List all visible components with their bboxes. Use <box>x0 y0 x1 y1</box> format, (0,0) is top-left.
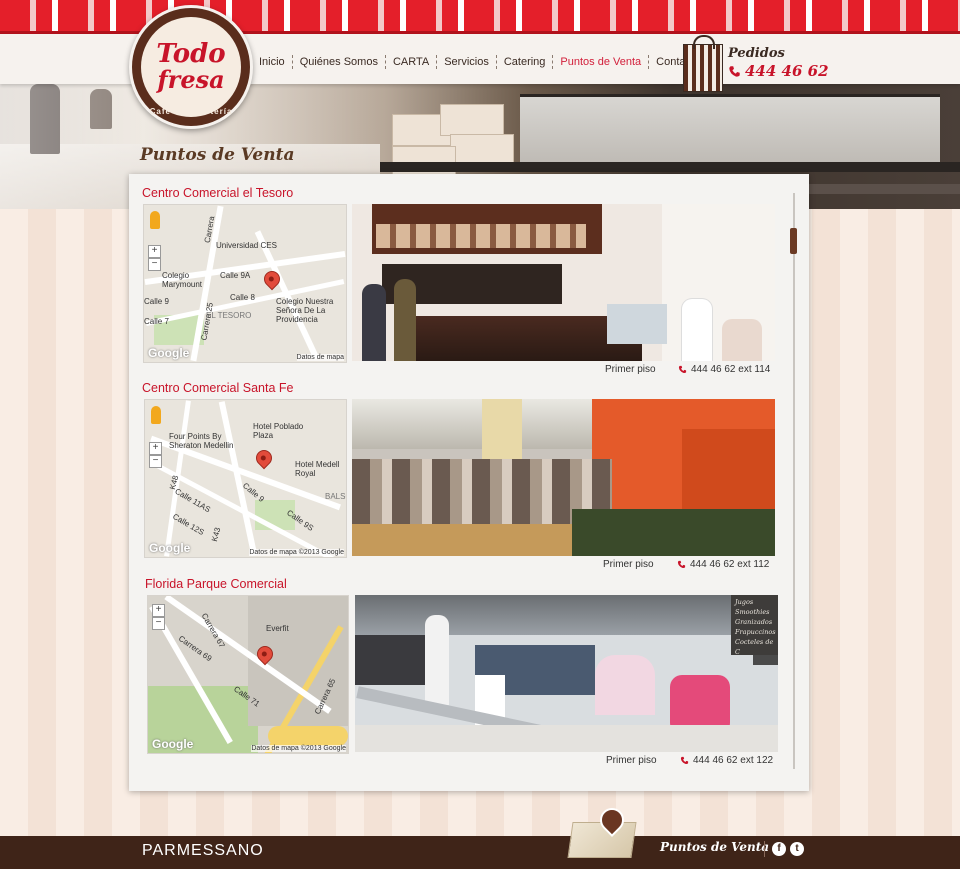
store-map[interactable]: + − Four Points By Sheraton Medellin Hot… <box>144 399 347 558</box>
footer-divider <box>764 841 765 857</box>
map-label: Everfit <box>266 624 289 633</box>
nav-puntos-de-venta[interactable]: Puntos de Venta <box>553 55 650 69</box>
map-label: Calle 9 <box>144 297 169 306</box>
todo-fresa-logo[interactable]: Todo fresa Café · Repostería <box>129 5 253 129</box>
map-credit: Datos de mapa ©2013 Google <box>249 549 344 556</box>
map-label: Calle 12S <box>171 511 206 538</box>
map-label: Calle 9A <box>220 271 251 280</box>
store-map[interactable]: + − Universidad CES Colegio Marymount Co… <box>143 204 347 363</box>
store-phone-number: 444 46 62 ext 114 <box>691 364 771 375</box>
map-label: K43 <box>209 526 223 543</box>
store-photo: Jugos Smoothies Granizados Frapuccinos C… <box>355 595 778 752</box>
store-floor: Primer piso <box>606 755 657 766</box>
map-label: Hotel Medell Royal <box>295 460 340 478</box>
menu-board-item: Jugos <box>735 598 754 606</box>
phone-icon <box>678 365 687 374</box>
orders-label: Pedidos <box>728 46 785 61</box>
map-label: Universidad CES <box>216 241 277 250</box>
map-brand: Google <box>148 346 190 360</box>
map-pin-icon[interactable] <box>252 446 276 470</box>
phone-icon <box>680 756 689 765</box>
store-photo <box>352 204 775 361</box>
map-label: Colegio Marymount <box>162 271 203 289</box>
menu-board-item: Granizados <box>735 618 773 626</box>
phone-icon <box>729 65 740 77</box>
logo-tagline: Café · Repostería <box>149 107 233 116</box>
orders-phone-number: 444 46 62 <box>745 62 829 80</box>
map-label: BALSO <box>325 492 346 501</box>
orders-phone[interactable]: 444 46 62 <box>728 62 829 80</box>
shopping-bag-icon[interactable] <box>683 35 723 92</box>
map-label: Hotel Poblado Plaza <box>253 422 304 440</box>
store-phone-number: 444 46 62 ext 122 <box>693 755 774 766</box>
menu-board-item: Smoothies <box>735 608 770 616</box>
store-name[interactable]: Centro Comercial Santa Fe <box>142 381 293 395</box>
store-phone[interactable]: 444 46 62 ext 122 <box>680 755 773 766</box>
map-brand: Google <box>152 737 194 751</box>
logo-line-1: Todo <box>156 39 226 69</box>
nav-carta[interactable]: CARTA <box>386 55 438 69</box>
footer-puntos-de-venta-link[interactable]: Puntos de Venta <box>660 840 769 854</box>
logo-line-2: fresa <box>157 65 225 94</box>
nav-inicio[interactable]: Inicio <box>252 55 293 69</box>
store-phone[interactable]: 444 46 62 ext 112 <box>677 559 769 570</box>
map-credit: Datos de mapa <box>296 354 344 361</box>
store-name[interactable]: Florida Parque Comercial <box>145 577 287 591</box>
phone-icon <box>677 560 686 569</box>
nav-catering[interactable]: Catering <box>497 55 554 69</box>
store-phone[interactable]: 444 46 62 ext 114 <box>678 364 770 375</box>
footer-brand[interactable]: PARMESSANO <box>142 842 264 860</box>
scrollbar-thumb[interactable] <box>790 228 797 254</box>
nav-quienes-somos[interactable]: Quiénes Somos <box>293 55 386 69</box>
facebook-icon[interactable]: f <box>772 842 786 856</box>
menu-board-item: Cocteles de C <box>735 638 774 656</box>
map-brand: Google <box>149 541 191 555</box>
store-name[interactable]: Centro Comercial el Tesoro <box>142 186 293 200</box>
map-label: Calle 8 <box>230 293 255 302</box>
menu-board: Jugos Smoothies Granizados Frapuccinos C… <box>731 595 778 656</box>
map-label: Colegio Nuestra Señora De La Providencia <box>276 297 334 324</box>
twitter-icon[interactable]: t <box>790 842 804 856</box>
store-map[interactable]: + − Everfit Carrera 69 Carrera 67 Calle … <box>147 595 349 754</box>
store-floor: Primer piso <box>605 364 656 375</box>
scrollbar-track[interactable] <box>793 193 795 769</box>
map-credit: Datos de mapa ©2013 Google <box>251 745 346 752</box>
map-label: Four Points By Sheraton Medellin <box>169 432 234 450</box>
map-label: Calle 7 <box>144 317 169 326</box>
page-title: Puntos de Venta <box>140 145 295 165</box>
store-floor: Primer piso <box>603 559 654 570</box>
nav-servicios[interactable]: Servicios <box>437 55 497 69</box>
store-photo <box>352 399 775 556</box>
store-phone-number: 444 46 62 ext 112 <box>690 559 770 570</box>
menu-board-item: Frapuccinos <box>735 628 776 636</box>
main-menu: Inicio Quiénes Somos CARTA Servicios Cat… <box>252 48 707 76</box>
map-label: Carrera 67 <box>199 611 227 650</box>
